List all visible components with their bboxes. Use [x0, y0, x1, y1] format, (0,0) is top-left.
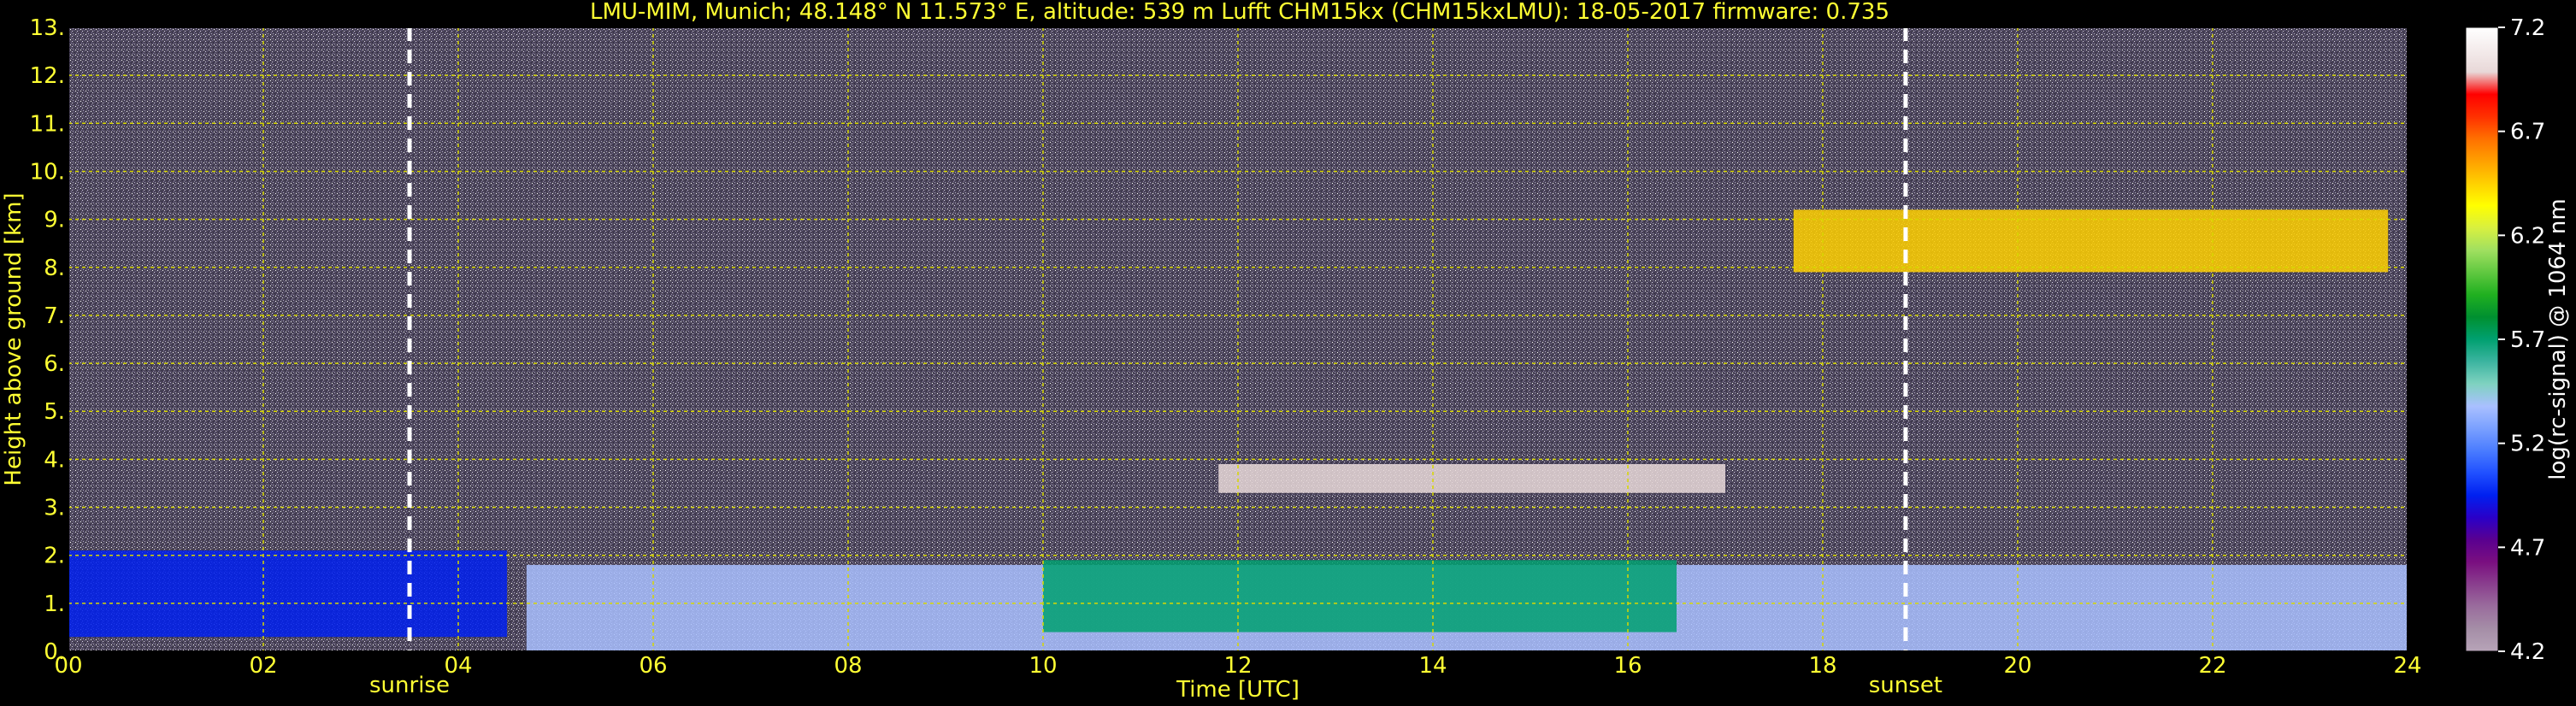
x-tick-label: 14 [1418, 653, 1447, 679]
colorbar-tick-label: 4.2 [2510, 639, 2545, 665]
y-tick-label: 1. [44, 591, 65, 617]
y-tick-label: 6. [44, 351, 65, 377]
ceilometer-figure: LMU-MIM, Munich; 48.148° N 11.573° E, al… [1, 0, 2571, 703]
y-tick-label: 9. [44, 208, 65, 233]
x-tick-label: 22 [2198, 653, 2226, 679]
signal-layer [1043, 560, 1677, 632]
colorbar-scale [2465, 26, 2499, 652]
y-tick-label: 13. [30, 15, 65, 41]
x-axis-label: Time [UTC] [1176, 677, 1300, 703]
chart-title: LMU-MIM, Munich; 48.148° N 11.573° E, al… [590, 0, 1889, 25]
y-tick-label: 11. [30, 111, 65, 137]
colorbar-ticks: 4.2 4.7 5.2 5.7 6.2 6.7 7.2 [2498, 15, 2545, 665]
colorbar-tick-label: 5.7 [2510, 327, 2545, 353]
colorbar-tick-label: 6.2 [2510, 223, 2545, 249]
signal-layer [68, 550, 507, 638]
colorbar-label: log(rc-signal) @ 1064 nm [2545, 198, 2571, 479]
y-tick-label: 10. [30, 159, 65, 185]
x-tick-label: 18 [1808, 653, 1836, 679]
y-tick-label: 4. [44, 447, 65, 473]
colorbar-tick-label: 5.2 [2510, 432, 2545, 457]
colorbar: 4.2 4.7 5.2 5.7 6.2 6.7 7.2 log(rc-signal) @ 1… [2465, 15, 2571, 665]
plot-area [68, 26, 2408, 652]
signal-layer [1218, 464, 1725, 493]
colorbar-tick-label: 4.7 [2510, 535, 2545, 561]
x-tick-label: 10 [1029, 653, 1057, 679]
x-tick-label: 16 [1613, 653, 1642, 679]
x-tick-label: 02 [249, 653, 277, 679]
x-tick-label: 12 [1223, 653, 1252, 679]
colorbar-tick-label: 7.2 [2510, 15, 2545, 41]
sunset-label: sunset [1869, 673, 1942, 698]
y-axis-ticks: 0. 1. 2. 3. 4. 5. 6. 7. 8. 9. 10. 11. 12. 13. [30, 15, 65, 665]
x-tick-label: 20 [2003, 653, 2031, 679]
y-tick-label: 7. [44, 303, 65, 329]
y-tick-label: 2. [44, 544, 65, 569]
sunrise-label: sunrise [369, 673, 450, 698]
sun-labels: sunrise sunset [369, 673, 1942, 698]
y-tick-label: 0. [44, 639, 65, 665]
colorbar-tick-label: 6.7 [2510, 120, 2545, 145]
y-tick-label: 3. [44, 496, 65, 521]
y-tick-label: 12. [30, 63, 65, 89]
y-axis-label: Height above ground [km] [1, 192, 27, 485]
x-tick-label: 06 [639, 653, 667, 679]
y-tick-label: 8. [44, 256, 65, 281]
x-tick-label: 24 [2393, 653, 2421, 679]
y-tick-label: 5. [44, 399, 65, 425]
x-tick-label: 08 [834, 653, 862, 679]
